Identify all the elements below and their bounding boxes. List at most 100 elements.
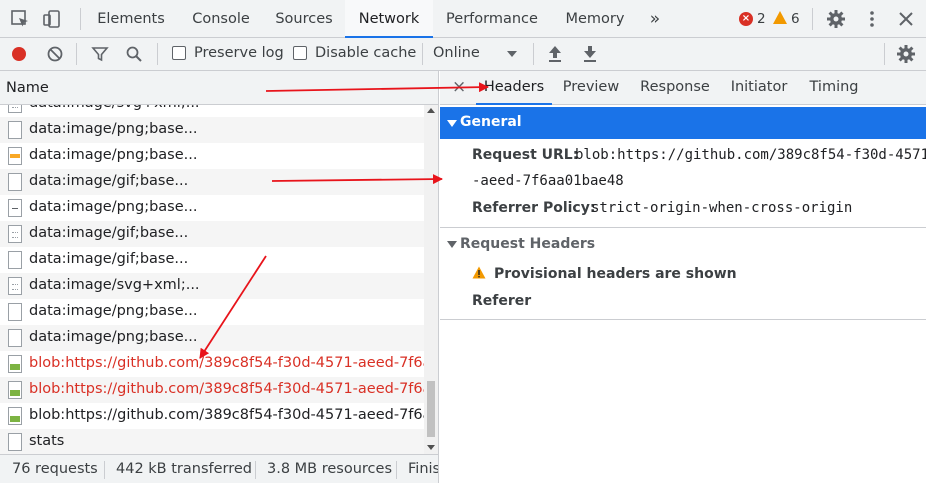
warning-icon[interactable] xyxy=(773,11,787,24)
request-list-scrollbar[interactable] xyxy=(424,105,438,454)
disable-cache-label[interactable]: Disable cache xyxy=(315,45,416,61)
request-row[interactable]: blob:https://github.com/389c8f54-f30d-45… xyxy=(0,377,424,403)
request-row[interactable]: data:image/png;base... xyxy=(0,143,424,169)
file-icon xyxy=(8,329,22,347)
tab-memory[interactable]: Memory xyxy=(553,0,637,38)
request-row[interactable]: data:image/gif;base... xyxy=(0,221,424,247)
toolbar-divider xyxy=(157,43,158,65)
tab-sources[interactable]: Sources xyxy=(266,0,342,38)
image-file-icon xyxy=(8,381,22,399)
toolbar-divider xyxy=(812,8,813,30)
error-count[interactable]: 2 xyxy=(757,11,766,27)
tab-timing[interactable]: Timing xyxy=(804,71,864,105)
request-details-panel: × Headers Preview Response Initiator Tim… xyxy=(440,71,926,483)
request-row[interactable]: stats xyxy=(0,429,424,454)
filter-icon[interactable] xyxy=(91,45,109,63)
warning-icon xyxy=(472,266,486,279)
referrer-policy-label: Referrer Policy: xyxy=(472,200,596,216)
tab-elements[interactable]: Elements xyxy=(88,0,174,38)
dots-file-icon xyxy=(8,225,22,243)
kebab-menu-icon[interactable] xyxy=(862,9,882,29)
tab-console[interactable]: Console xyxy=(180,0,262,38)
tab-initiator[interactable]: Initiator xyxy=(726,71,792,105)
request-name: stats xyxy=(29,433,65,449)
tab-preview[interactable]: Preview xyxy=(558,71,624,105)
warning-count[interactable]: 6 xyxy=(791,11,800,27)
image-file-icon xyxy=(8,407,22,425)
device-toolbar-icon[interactable] xyxy=(42,9,62,29)
general-section-title: General xyxy=(460,114,522,130)
name-column-label: Name xyxy=(6,80,49,96)
export-har-icon[interactable] xyxy=(582,44,598,64)
tab-response[interactable]: Response xyxy=(636,71,714,105)
toolbar-divider xyxy=(422,43,423,65)
request-row[interactable]: data:image/svg+xml;... xyxy=(0,105,424,117)
file-icon xyxy=(8,121,22,139)
request-row[interactable]: data:image/png;base... xyxy=(0,117,424,143)
request-row[interactable]: data:image/png;base... xyxy=(0,195,424,221)
status-divider xyxy=(396,461,397,479)
toolbar-divider xyxy=(80,8,81,30)
request-name: data:image/svg+xml;... xyxy=(29,277,200,293)
name-column-header[interactable]: Name xyxy=(0,71,438,105)
request-row[interactable]: data:image/svg+xml;... xyxy=(0,273,424,299)
scroll-down-arrow-icon[interactable] xyxy=(427,445,435,450)
request-row[interactable]: blob:https://github.com/389c8f54-f30d-45… xyxy=(0,351,424,377)
request-row[interactable]: data:image/png;base... xyxy=(0,325,424,351)
request-url-label: Request URL: xyxy=(472,147,579,163)
request-name: blob:https://github.com/389c8f54-f30d-45… xyxy=(29,381,424,397)
disable-cache-checkbox[interactable] xyxy=(293,46,307,60)
status-divider xyxy=(104,461,105,479)
tab-network[interactable]: Network xyxy=(345,0,433,38)
throttling-select[interactable]: Online xyxy=(433,45,480,61)
general-section-header[interactable]: General xyxy=(440,107,926,139)
settings-gear-icon[interactable] xyxy=(826,9,846,29)
dots-file-icon xyxy=(8,105,22,113)
toolbar-divider xyxy=(533,43,534,65)
inspect-element-icon[interactable] xyxy=(10,9,30,29)
details-tab-bar: × Headers Preview Response Initiator Tim… xyxy=(440,71,926,105)
network-settings-gear-icon[interactable] xyxy=(896,44,916,64)
request-row[interactable]: blob:https://github.com/389c8f54-f30d-45… xyxy=(0,403,424,429)
tab-headers[interactable]: Headers xyxy=(476,71,552,105)
request-name: data:image/png;base... xyxy=(29,147,198,163)
close-devtools-icon[interactable] xyxy=(896,9,916,29)
toolbar-divider xyxy=(884,43,885,65)
record-icon[interactable] xyxy=(10,45,28,63)
request-name: data:image/png;base... xyxy=(29,303,198,319)
request-row[interactable]: data:image/gif;base... xyxy=(0,169,424,195)
tab-performance[interactable]: Performance xyxy=(437,0,547,38)
dots-file-icon xyxy=(8,277,22,295)
request-name: data:image/png;base... xyxy=(29,199,198,215)
request-name: data:image/png;base... xyxy=(29,329,198,345)
network-status-bar: 76 requests 442 kB transferred 3.8 MB re… xyxy=(0,454,439,483)
import-har-icon[interactable] xyxy=(547,44,563,64)
more-tabs-button[interactable]: » xyxy=(645,0,665,38)
network-toolbar: Preserve log Disable cache Online xyxy=(0,38,926,71)
preserve-log-label[interactable]: Preserve log xyxy=(194,45,284,61)
request-name: data:image/gif;base... xyxy=(29,225,189,241)
request-name: blob:https://github.com/389c8f54-f30d-45… xyxy=(29,355,424,371)
file-icon xyxy=(8,251,22,269)
resources-size: 3.8 MB resources xyxy=(267,461,393,477)
scrollbar-thumb[interactable] xyxy=(427,381,435,437)
scroll-up-arrow-icon[interactable] xyxy=(427,108,435,113)
request-url-value-continued: -aeed-7f6aa01bae48 xyxy=(472,173,624,189)
expand-triangle-icon[interactable] xyxy=(447,241,457,248)
error-icon[interactable]: × xyxy=(739,12,753,26)
preserve-log-checkbox[interactable] xyxy=(172,46,186,60)
request-list: data:image/svg+xml;... data:image/png;bas… xyxy=(0,105,424,454)
search-icon[interactable] xyxy=(125,45,143,63)
dash-file-icon xyxy=(8,199,22,217)
chevron-down-icon[interactable] xyxy=(506,48,518,60)
request-name: data:image/gif;base... xyxy=(29,173,189,189)
clear-icon[interactable] xyxy=(46,45,64,63)
close-details-button[interactable]: × xyxy=(452,71,466,105)
request-url-value: blob:https://github.com/389c8f54-f30d-45… xyxy=(575,147,926,163)
request-headers-section-title[interactable]: Request Headers xyxy=(460,236,595,252)
request-count: 76 requests xyxy=(12,461,98,477)
referer-header-label: Referer xyxy=(472,293,532,309)
request-row[interactable]: data:image/gif;base... xyxy=(0,247,424,273)
request-row[interactable]: data:image/png;base... xyxy=(0,299,424,325)
request-name: data:image/svg+xml;... xyxy=(29,105,200,111)
